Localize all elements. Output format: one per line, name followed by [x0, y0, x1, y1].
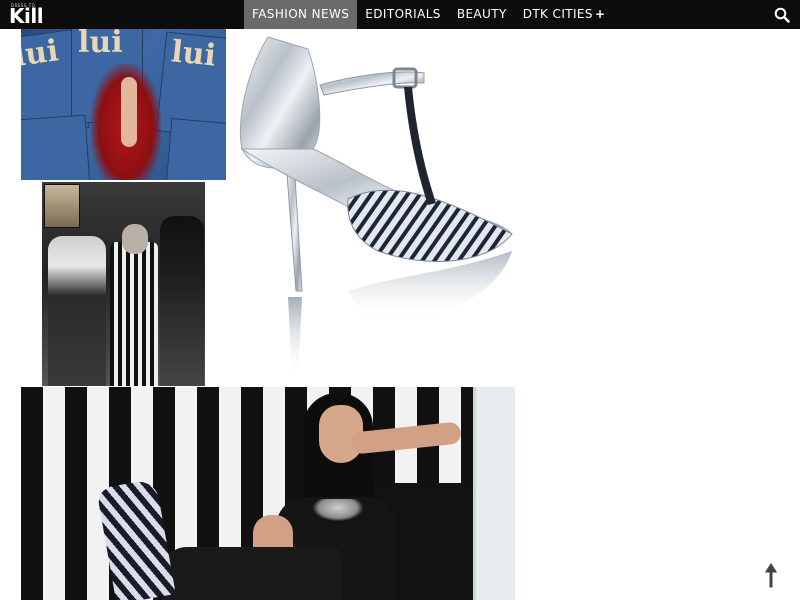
model-figure — [121, 77, 137, 147]
nav-item-editorials[interactable]: EDITORIALS — [357, 0, 449, 29]
silver-t-strap-heel-image[interactable] — [228, 29, 516, 384]
nav-item-fashion-news[interactable]: FASHION NEWS — [244, 0, 358, 29]
face-shape — [122, 224, 148, 254]
magazine-cover-collage-image[interactable]: lui lui lui — [21, 29, 226, 180]
nav-item-beauty[interactable]: BEAUTY — [449, 0, 515, 29]
band-editorial-image[interactable] — [42, 182, 205, 386]
nav-item-label: DTK CITIES — [522, 7, 593, 21]
site-logo[interactable]: DRESS TO Kill — [9, 3, 44, 28]
leg — [161, 547, 341, 600]
statement-necklace — [313, 499, 363, 521]
striped-suit-figure — [110, 242, 158, 386]
band-member-figure — [48, 236, 106, 386]
submenu-plus-icon: + — [594, 7, 606, 21]
zebra-boot — [96, 478, 176, 600]
magazine-cover — [162, 118, 226, 180]
magazine-inset-thumbnail — [44, 184, 80, 228]
nav-item-label: EDITORIALS — [365, 7, 441, 21]
cover-masthead: lui — [169, 34, 218, 74]
magazine-cover — [21, 114, 93, 180]
main-nav: FASHION NEWS EDITORIALS BEAUTY DTK CITIE… — [244, 0, 613, 29]
band-member-figure — [160, 216, 204, 386]
window — [473, 387, 515, 600]
nav-item-dtk-cities[interactable]: DTK CITIES + — [515, 0, 614, 29]
arrow-up-icon[interactable] — [762, 560, 780, 590]
cover-masthead: lui — [21, 33, 61, 75]
striped-room-portrait-image[interactable] — [21, 387, 515, 600]
cover-masthead: lui — [78, 29, 123, 60]
nav-item-label: BEAUTY — [456, 7, 507, 21]
top-navigation-bar: DRESS TO Kill FASHION NEWS EDITORIALS BE… — [0, 0, 800, 29]
nav-item-label: FASHION NEWS — [252, 7, 350, 21]
search-icon[interactable] — [774, 7, 790, 23]
logo-wordmark: Kill — [9, 4, 44, 28]
